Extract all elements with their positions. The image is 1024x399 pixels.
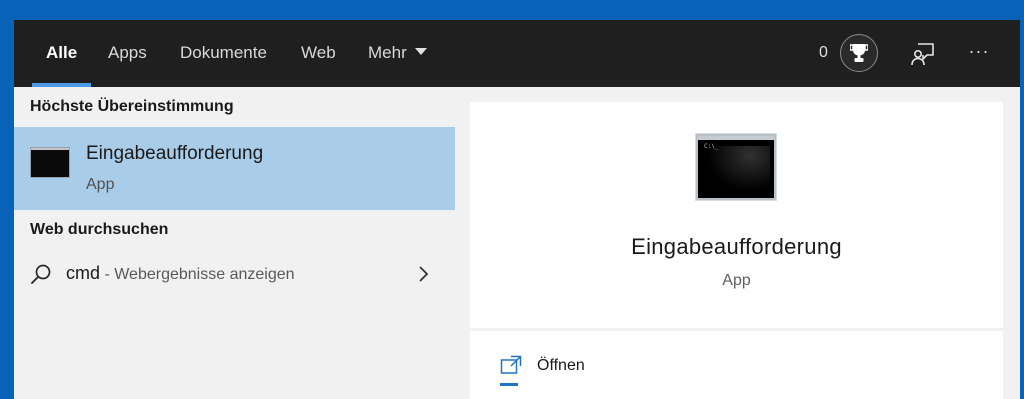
tab-label: Web (301, 43, 336, 62)
results-list: Höchste Übereinstimmung Eingabeaufforder… (14, 87, 455, 399)
web-search-heading: Web durchsuchen (30, 221, 169, 238)
trophy-icon[interactable] (840, 34, 878, 72)
search-tab-bar: Alle Apps Dokumente Web Mehr 0 ··· (14, 20, 1020, 87)
open-action[interactable]: Öffnen (470, 345, 1003, 385)
web-search-result[interactable]: cmd - Webergebnisse anzeigen (14, 257, 455, 293)
tab-label: Alle (46, 43, 78, 62)
web-search-text: cmd - Webergebnisse anzeigen (66, 263, 295, 284)
detail-actions: Öffnen (470, 331, 1003, 399)
tab-label: Apps (108, 43, 147, 62)
best-match-subtitle: App (86, 176, 115, 193)
web-search-query: cmd (66, 263, 101, 283)
tab-alle[interactable]: Alle (32, 20, 92, 87)
chevron-down-icon (414, 48, 427, 56)
best-match-heading: Höchste Übereinstimmung (30, 98, 234, 115)
admin-action-icon[interactable] (500, 383, 518, 399)
chevron-right-icon[interactable] (416, 264, 430, 284)
app-detail-card: C:\_ Eingabeaufforderung App (470, 102, 1003, 328)
icon-prompt-text: C:\_ (704, 143, 719, 150)
feedback-icon[interactable] (910, 41, 936, 67)
detail-title: Eingabeaufforderung (631, 234, 842, 259)
detail-subtitle: App (722, 272, 751, 289)
best-match-title: Eingabeaufforderung (86, 143, 264, 164)
command-prompt-large-icon: C:\_ (696, 134, 776, 200)
search-window: Alle Apps Dokumente Web Mehr 0 ··· Höchs… (14, 20, 1020, 399)
search-icon (31, 264, 51, 284)
tab-label: Mehr (368, 43, 407, 62)
tab-label: Dokumente (180, 43, 267, 62)
tab-mehr[interactable]: Mehr (368, 20, 427, 87)
tab-dokumente[interactable]: Dokumente (180, 20, 267, 87)
best-match-item[interactable]: Eingabeaufforderung App (14, 127, 455, 210)
rewards-points: 0 (819, 44, 828, 61)
icon-glare (704, 146, 770, 194)
web-search-hint: - Webergebnisse anzeigen (100, 266, 295, 283)
tab-web[interactable]: Web (301, 20, 336, 87)
command-prompt-icon (30, 147, 70, 178)
more-options-icon[interactable]: ··· (964, 38, 994, 68)
open-icon (500, 355, 522, 374)
open-action-label: Öffnen (537, 357, 585, 374)
tab-apps[interactable]: Apps (108, 20, 147, 87)
